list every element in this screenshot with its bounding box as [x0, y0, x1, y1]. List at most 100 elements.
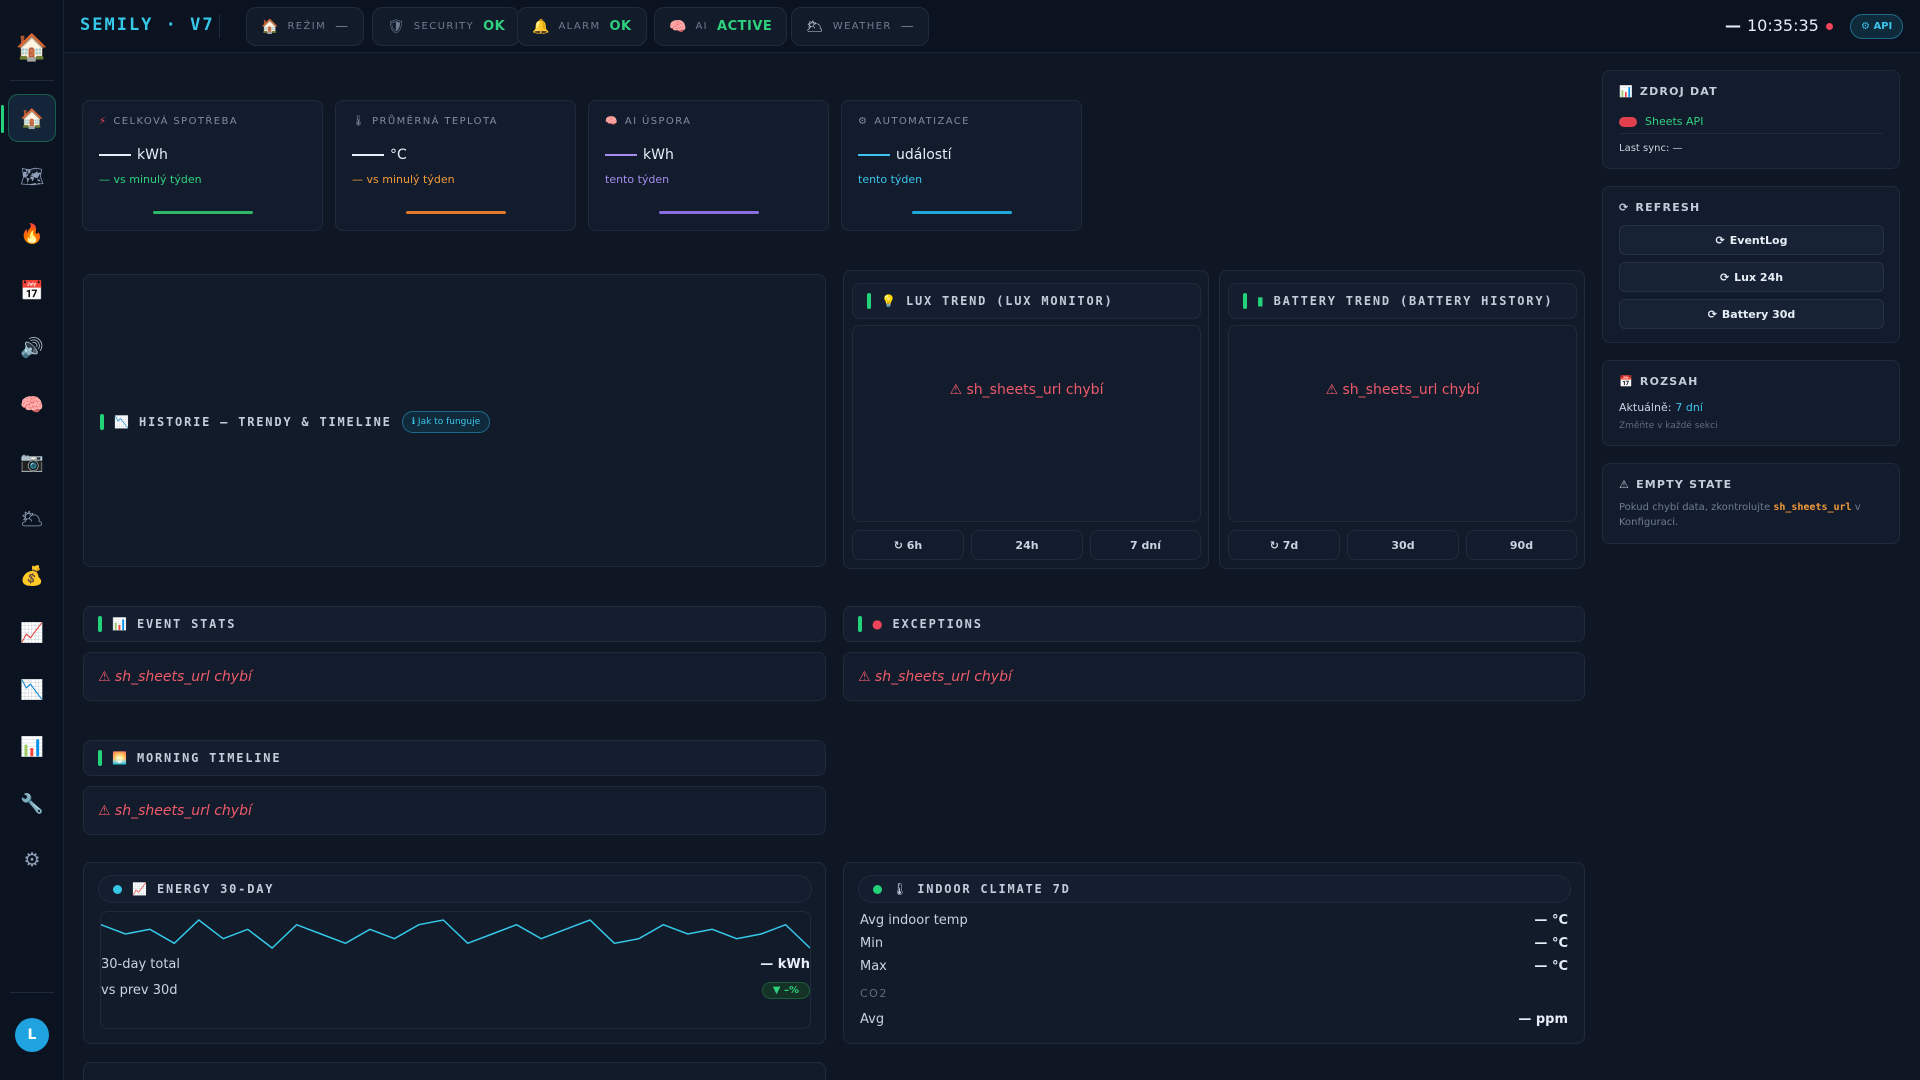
status-chip-ai[interactable]: 🧠 AI ACTIVE	[654, 7, 788, 46]
kpi-unit: událostí	[896, 147, 952, 163]
rail-title: 📅 ROZSAH	[1619, 375, 1699, 388]
range-button-90d[interactable]: 90d	[1466, 530, 1577, 560]
kpi-title: CELKOVÁ SPOTŘEBA	[113, 116, 238, 127]
section-title: EVENT STATS	[136, 617, 237, 631]
chip-label: AI	[695, 21, 709, 32]
lux-trend-panel: 💡 LUX TREND (LUX MONITOR) ⚠ sh_sheets_ur…	[843, 270, 1209, 569]
refresh-icon: ⟳	[1619, 201, 1630, 214]
nav-ai-brain-icon[interactable]: 🧠	[8, 380, 56, 428]
error-message: ⚠ sh_sheets_url chybí	[1325, 382, 1480, 398]
climate-row-co2-avg: Avg — ppm	[860, 1012, 1568, 1027]
battery-trend-panel: ▮ BATTERY TREND (BATTERY HISTORY) ⚠ sh_s…	[1219, 270, 1585, 569]
topbar: SEMILY · V7 🏠 REŽIM — 🛡 SECURITY OK 🔔 AL…	[64, 0, 1920, 53]
nav-home-icon[interactable]: 🏠	[1, 94, 56, 142]
range-label: Aktuálně:	[1619, 401, 1672, 414]
range-card: 📅 ROZSAH Aktuálně: 7 dní Změňte v každé …	[1602, 360, 1900, 446]
section-title: LUX TREND (LUX MONITOR)	[905, 294, 1114, 308]
refresh-battery-button[interactable]: ⟳ Battery 30d	[1619, 299, 1884, 329]
sunrise-icon: 🌅	[112, 751, 127, 765]
range-button-7d[interactable]: ↻ 7d	[1228, 530, 1340, 560]
stat-value: — °C	[1534, 936, 1568, 951]
stat-value: — kWh	[760, 957, 810, 972]
stat-value: — ppm	[1518, 1012, 1568, 1027]
chart-down-icon: 📉	[114, 415, 129, 429]
kpi-accent-line	[659, 211, 759, 214]
range-current: Aktuálně: 7 dní	[1619, 401, 1703, 414]
refresh-icon: ⟳	[1719, 270, 1730, 284]
nav-map-icon[interactable]: 🗺	[8, 152, 56, 200]
range-button-7d[interactable]: 7 dní	[1090, 530, 1201, 560]
nav-camera-icon[interactable]: 📷	[8, 437, 56, 485]
nav-weather-icon[interactable]: 🌥	[8, 494, 56, 542]
nav-speaker-icon[interactable]: 🔊	[8, 323, 56, 371]
nav-calendar-icon[interactable]: 📅	[8, 266, 56, 314]
accent-bar	[858, 616, 862, 632]
climate-row-avg: Avg indoor temp — °C	[860, 913, 1568, 928]
rail-title-text: EMPTY STATE	[1636, 478, 1733, 491]
kpi-header: 🧠 AI ÚSPORA	[605, 116, 691, 127]
api-button[interactable]: ⚙ API	[1850, 14, 1904, 39]
status-chip-mode[interactable]: 🏠 REŽIM —	[246, 7, 364, 46]
thermometer-icon: 🌡	[892, 882, 908, 896]
kpi-value: událostí	[858, 147, 951, 163]
brain-icon: 🧠	[669, 18, 687, 35]
kpi-card-temperature[interactable]: 🌡 PRŮMĚRNÁ TEPLOTA °C — vs minulý týden	[335, 100, 576, 231]
kpi-header: ⚡ CELKOVÁ SPOTŘEBA	[99, 116, 238, 127]
nav-chart-up-icon[interactable]: 📈	[8, 608, 56, 656]
section-title: BATTERY TREND (BATTERY HISTORY)	[1273, 294, 1554, 308]
user-avatar[interactable]: L	[15, 1018, 49, 1052]
sidebar-divider	[10, 992, 54, 993]
kpi-card-consumption[interactable]: ⚡ CELKOVÁ SPOTŘEBA kWh — vs minulý týden	[82, 100, 323, 231]
kpi-card-automation[interactable]: ⚙ AUTOMATIZACE událostí tento týden	[841, 100, 1082, 231]
range-value: 7 dní	[1675, 401, 1703, 414]
how-it-works-button[interactable]: ℹ Jak to funguje	[401, 411, 491, 433]
status-chip-alarm[interactable]: 🔔 ALARM OK	[517, 7, 647, 46]
range-button-6h[interactable]: ↻ 6h	[852, 530, 964, 560]
status-chip-security[interactable]: 🛡 SECURITY OK	[372, 7, 521, 46]
climate-row-max: Max — °C	[860, 959, 1568, 974]
nav-heating-icon[interactable]: 🔥	[8, 209, 56, 257]
energy-total-row: 30-day total — kWh	[101, 957, 810, 972]
kpi-unit: kWh	[137, 147, 168, 163]
home-logo-icon[interactable]: 🏠	[12, 28, 52, 68]
kpi-accent-line	[153, 211, 253, 214]
nav-settings-gear-icon[interactable]: ⚙	[8, 836, 56, 884]
red-circle-icon: ●	[872, 617, 883, 631]
kpi-title: AUTOMATIZACE	[874, 116, 970, 127]
bar-chart-icon: 📊	[112, 617, 127, 631]
chip-value: OK	[483, 19, 506, 34]
chip-value: ACTIVE	[717, 19, 773, 34]
chart-icon: 📈	[132, 882, 147, 896]
range-hint: Změňte v každé sekci	[1619, 421, 1718, 431]
source-api-label: Sheets API	[1645, 115, 1704, 128]
kpi-accent-line	[406, 211, 506, 214]
chip-value: OK	[609, 19, 632, 34]
energy-sparkline	[101, 919, 810, 949]
source-status: Sheets API	[1619, 115, 1703, 128]
range-button-30d[interactable]: 30d	[1347, 530, 1459, 560]
next-panel-partial	[83, 1062, 826, 1080]
refresh-lux-button[interactable]: ⟳ Lux 24h	[1619, 262, 1884, 292]
kpi-card-ai-savings[interactable]: 🧠 AI ÚSPORA kWh tento týden	[588, 100, 829, 231]
status-chip-weather[interactable]: 🌥 WEATHER —	[791, 7, 930, 46]
nav-wrench-icon[interactable]: 🔧	[8, 779, 56, 827]
nav-money-icon[interactable]: 💰	[8, 551, 56, 599]
battery-trend-header: ▮ BATTERY TREND (BATTERY HISTORY)	[1228, 283, 1577, 319]
accent-bar	[100, 414, 104, 430]
bell-icon: 🔔	[532, 18, 550, 35]
climate-header: 🌡 INDOOR CLIMATE 7D	[858, 875, 1571, 903]
gear-icon: ⚙	[858, 116, 869, 127]
morning-timeline-error: ⚠ sh_sheets_url chybí	[83, 786, 826, 835]
exceptions-error: ⚠ sh_sheets_url chybí	[843, 652, 1585, 701]
stat-label: vs prev 30d	[101, 983, 178, 998]
rail-title-text: ZDROJ DAT	[1639, 85, 1718, 98]
refresh-eventlog-button[interactable]: ⟳ EventLog	[1619, 225, 1884, 255]
nav-bar-chart-icon[interactable]: 📊	[8, 722, 56, 770]
calendar-icon: 📅	[1619, 375, 1634, 388]
topbar-dash: —	[1725, 16, 1741, 35]
range-button-24h[interactable]: 24h	[971, 530, 1083, 560]
change-badge: ▼ –%	[761, 982, 810, 999]
nav-chart-down-icon[interactable]: 📉	[8, 665, 56, 713]
rail-title-text: ROZSAH	[1639, 375, 1699, 388]
last-sync: Last sync: —	[1619, 143, 1683, 154]
